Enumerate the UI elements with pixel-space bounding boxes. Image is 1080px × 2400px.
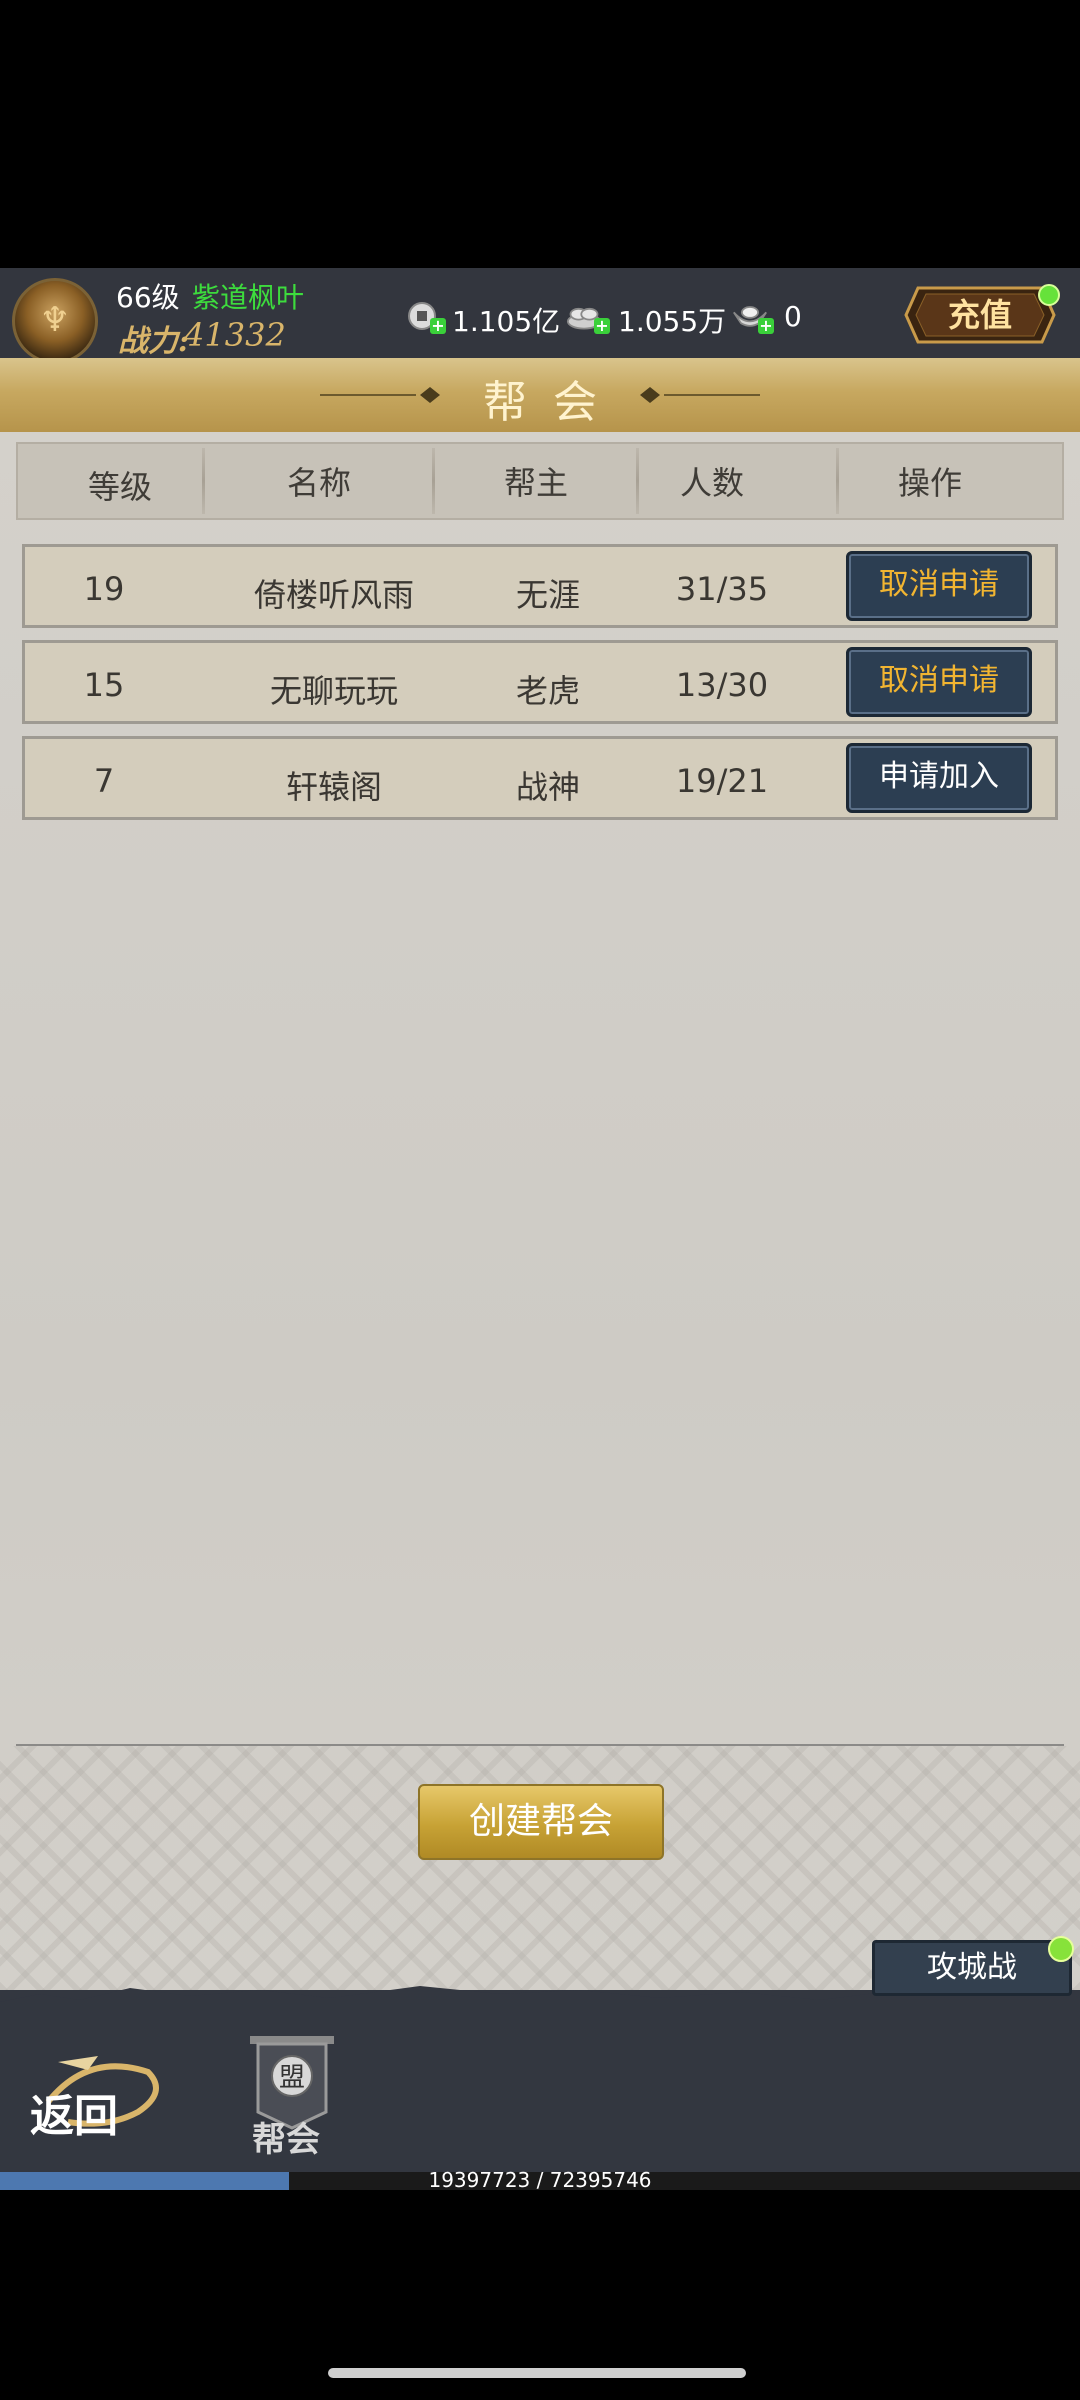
header-divider xyxy=(836,448,839,514)
create-guild-button[interactable]: 创建帮会 xyxy=(418,1784,664,1860)
silver-value: 1.055万 xyxy=(618,305,727,338)
header-leader: 帮主 xyxy=(503,464,568,502)
player-name: 紫道枫叶 xyxy=(192,281,305,314)
header-level: 等级 xyxy=(87,468,152,506)
guild-name: 轩辕阁 xyxy=(285,768,382,806)
page-title: 帮会 xyxy=(483,377,623,428)
header-name: 名称 xyxy=(286,464,351,502)
power-label: 战力: xyxy=(118,324,190,359)
header-divider xyxy=(636,448,639,514)
siege-battle-button[interactable]: 攻城战 xyxy=(872,1940,1072,1996)
home-indicator[interactable] xyxy=(328,2368,746,2378)
cancel-application-button[interactable]: 取消申请 xyxy=(846,647,1032,717)
guild-members: 31/35 xyxy=(675,570,769,608)
add-ingot-icon[interactable]: + xyxy=(758,318,774,334)
notification-dot xyxy=(1038,284,1060,306)
recharge-label: 充值 xyxy=(947,296,1012,334)
guild-leader: 战神 xyxy=(515,768,580,806)
experience-text: 19397723 / 72395746 xyxy=(428,2168,652,2192)
guild-emblem-text: 盟 xyxy=(279,2063,305,2093)
power-value: 41332 xyxy=(184,316,286,354)
ingot-value: 0 xyxy=(784,300,802,333)
player-level: 66级 xyxy=(116,281,180,314)
add-coin-icon[interactable]: + xyxy=(430,318,446,334)
guild-level: 15 xyxy=(83,666,125,704)
guild-name: 无聊玩玩 xyxy=(269,672,398,710)
guild-members: 13/30 xyxy=(675,666,769,704)
guild-level: 19 xyxy=(83,570,125,608)
guild-name: 倚楼听风雨 xyxy=(253,576,414,614)
guild-tab-label[interactable]: 帮会 xyxy=(252,2112,320,2161)
header-divider xyxy=(202,448,205,514)
guild-leader: 老虎 xyxy=(515,672,580,710)
notification-dot xyxy=(1048,1936,1074,1962)
cancel-application-button[interactable]: 取消申请 xyxy=(846,551,1032,621)
add-silver-icon[interactable]: + xyxy=(594,318,610,334)
apply-join-button[interactable]: 申请加入 xyxy=(846,743,1032,813)
back-button[interactable]: 返回 xyxy=(30,2080,118,2144)
header-divider xyxy=(432,448,435,514)
guild-members: 19/21 xyxy=(675,762,769,800)
header-members: 人数 xyxy=(679,464,744,502)
guild-level: 7 xyxy=(93,762,115,800)
coin-value: 1.105亿 xyxy=(452,305,561,338)
trident-crest-icon: ♆ xyxy=(39,300,71,340)
guild-leader: 无涯 xyxy=(515,576,580,614)
header-action: 操作 xyxy=(897,464,962,502)
